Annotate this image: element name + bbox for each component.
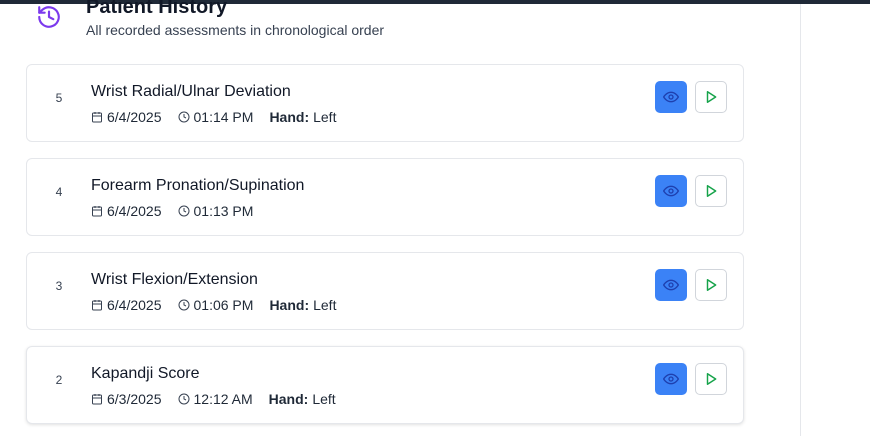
assessment-card: 2 Kapandji Score 6/3/2025 12:12 AM Hand:… <box>26 346 744 424</box>
assessment-hand: Hand: Left <box>269 109 336 125</box>
right-panel <box>800 4 870 436</box>
assessment-name: Kapandji Score <box>91 365 200 382</box>
clock-icon <box>178 111 189 123</box>
play-icon <box>706 185 717 197</box>
main-content: Patient History All recorded assessments… <box>0 0 800 436</box>
hand-value: Left <box>313 297 337 313</box>
replay-button[interactable] <box>695 175 727 207</box>
calendar-icon <box>92 394 102 405</box>
replay-button[interactable] <box>695 363 727 395</box>
view-button[interactable] <box>655 269 687 301</box>
assessment-index: 4 <box>55 185 63 199</box>
assessment-meta: 6/4/2025 01:13 PM <box>91 202 269 220</box>
assessment-card: 5 Wrist Radial/Ulnar Deviation 6/4/2025 … <box>26 64 744 142</box>
assessment-index: 2 <box>55 373 63 387</box>
time-text: 01:13 PM <box>193 203 254 219</box>
calendar-icon <box>92 112 102 123</box>
play-icon <box>706 279 717 291</box>
assessment-card: 3 Wrist Flexion/Extension 6/4/2025 01:06… <box>26 252 744 330</box>
eye-icon <box>663 91 679 103</box>
play-icon <box>706 91 717 103</box>
assessment-name: Forearm Pronation/Supination <box>91 177 305 194</box>
history-icon <box>36 4 62 30</box>
assessment-time: 01:06 PM <box>178 297 254 313</box>
assessment-time: 01:13 PM <box>178 203 254 219</box>
assessment-card: 4 Forearm Pronation/Supination 6/4/2025 … <box>26 158 744 236</box>
assessment-meta: 6/3/2025 12:12 AM Hand: Left <box>91 390 352 408</box>
hand-label: Hand: <box>268 391 309 407</box>
assessment-name: Wrist Flexion/Extension <box>91 271 258 288</box>
calendar-icon <box>92 206 102 217</box>
view-button[interactable] <box>655 81 687 113</box>
eye-icon <box>663 185 679 197</box>
hand-label: Hand: <box>269 297 310 313</box>
assessment-hand: Hand: Left <box>269 297 336 313</box>
replay-button[interactable] <box>695 269 727 301</box>
eye-icon <box>663 373 679 385</box>
assessment-date: 6/4/2025 <box>91 297 162 313</box>
time-text: 01:14 PM <box>193 109 254 125</box>
clock-icon <box>178 299 189 311</box>
clock-icon <box>178 205 189 217</box>
hand-label: Hand: <box>269 109 310 125</box>
assessment-date: 6/3/2025 <box>91 391 162 407</box>
assessment-index: 3 <box>55 279 63 293</box>
assessment-name: Wrist Radial/Ulnar Deviation <box>91 83 291 100</box>
replay-button[interactable] <box>695 81 727 113</box>
time-text: 01:06 PM <box>193 297 254 313</box>
page-subtitle: All recorded assessments in chronologica… <box>86 22 385 38</box>
assessment-meta: 6/4/2025 01:06 PM Hand: Left <box>91 296 352 314</box>
hand-value: Left <box>312 391 336 407</box>
assessment-time: 12:12 AM <box>178 391 253 407</box>
page-title: Patient History <box>86 0 228 18</box>
date-text: 6/4/2025 <box>107 203 162 219</box>
assessment-hand: Hand: Left <box>269 391 336 407</box>
assessment-time: 01:14 PM <box>178 109 254 125</box>
assessment-index: 5 <box>55 91 63 105</box>
date-text: 6/4/2025 <box>107 109 162 125</box>
clock-icon <box>178 393 189 405</box>
assessment-meta: 6/4/2025 01:14 PM Hand: Left <box>91 108 352 126</box>
play-icon <box>706 373 717 385</box>
date-text: 6/4/2025 <box>107 297 162 313</box>
hand-value: Left <box>313 109 337 125</box>
date-text: 6/3/2025 <box>107 391 162 407</box>
calendar-icon <box>92 300 102 311</box>
eye-icon <box>663 279 679 291</box>
assessment-list: 5 Wrist Radial/Ulnar Deviation 6/4/2025 … <box>26 64 744 440</box>
view-button[interactable] <box>655 175 687 207</box>
time-text: 12:12 AM <box>193 391 253 407</box>
history-header: Patient History All recorded assessments… <box>36 0 736 44</box>
assessment-date: 6/4/2025 <box>91 109 162 125</box>
view-button[interactable] <box>655 363 687 395</box>
assessment-date: 6/4/2025 <box>91 203 162 219</box>
